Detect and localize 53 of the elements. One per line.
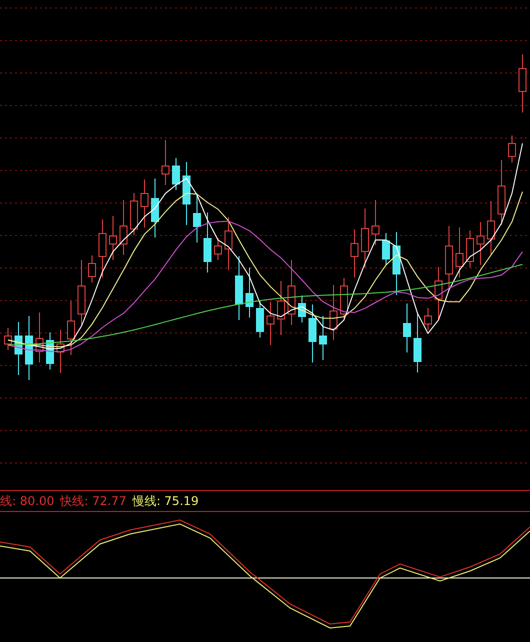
candlestick (151, 178, 159, 238)
candlestick (172, 158, 180, 190)
candlestick (67, 300, 75, 356)
candlestick (130, 192, 138, 236)
candlestick (246, 267, 254, 318)
candlestick (140, 179, 148, 228)
candlestick (308, 304, 316, 363)
candlestick (466, 230, 474, 268)
candlestick (36, 312, 44, 363)
candlestick (214, 238, 222, 260)
candlestick (361, 208, 369, 268)
candlestick (414, 312, 422, 373)
indicator-legend-item: 慢线: 75.19 (132, 492, 199, 510)
candlestick (456, 227, 464, 278)
candlestick (330, 284, 338, 340)
candlestick (445, 226, 453, 290)
candlestick (403, 303, 411, 353)
candlestick (476, 222, 484, 266)
indicator-legend-item: 线: 80.00 (0, 492, 54, 510)
candlestick (434, 266, 442, 320)
candlestick (392, 232, 400, 296)
candlestick (372, 200, 380, 246)
indicator-legend-item: 快线: 72.77 (60, 492, 126, 510)
candlestick (235, 256, 243, 320)
candlestick (350, 229, 358, 278)
candlestick (109, 216, 117, 260)
candlestick (340, 278, 348, 320)
candlestick (46, 332, 54, 370)
candlestick (424, 308, 432, 330)
candlestick (78, 260, 86, 326)
candlestick (277, 280, 285, 336)
candlestick (162, 140, 170, 186)
candlestick (25, 316, 33, 380)
candlestick (4, 328, 12, 350)
candlestick (88, 255, 96, 283)
candlestick (182, 162, 190, 226)
candlestick (518, 54, 526, 113)
candlestick (224, 216, 232, 270)
candlestick (98, 219, 106, 278)
candlestick (382, 232, 390, 266)
candlestick (56, 330, 64, 374)
candlestick (120, 200, 128, 256)
candlestick (298, 295, 306, 323)
candlestick (266, 302, 274, 346)
candlestick (487, 200, 495, 256)
candlestick (319, 316, 327, 360)
candlestick (508, 135, 516, 163)
candlestick (498, 160, 506, 226)
candlestick (256, 300, 264, 338)
candlestick (193, 193, 201, 243)
candlestick (14, 322, 22, 376)
candlestick (288, 260, 296, 326)
candlestick (204, 212, 212, 273)
